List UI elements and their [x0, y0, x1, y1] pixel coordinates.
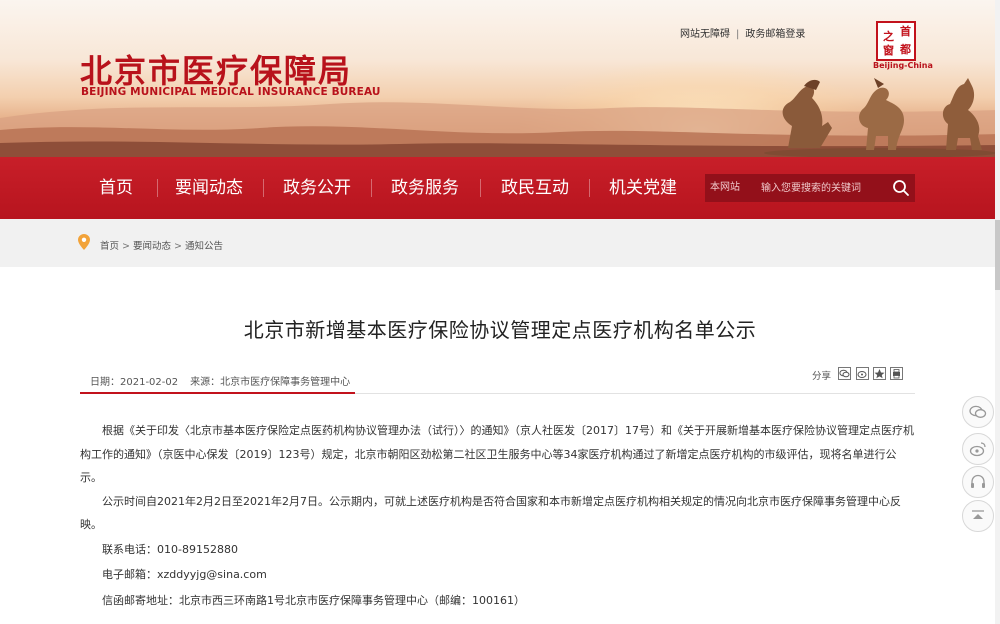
- article-meta: 日期：2021-02-02 来源：北京市医疗保障事务管理中心: [90, 373, 350, 388]
- capital-window-seal-icon[interactable]: 首 都 之 窗: [876, 21, 916, 61]
- share-label: 分享: [812, 371, 832, 382]
- float-wechat-button[interactable]: [962, 396, 994, 428]
- nav-item-party[interactable]: 机关党建: [604, 157, 682, 219]
- location-pin-icon: [78, 234, 90, 250]
- back-to-top-icon: [972, 510, 984, 519]
- article-paragraph: 根据《关于印发〈北京市基本医疗保险定点医药机构协议管理办法（试行）〉的通知》（京…: [80, 424, 914, 484]
- nav-item-interaction[interactable]: 政民互动: [496, 157, 574, 219]
- wechat-icon[interactable]: [838, 367, 851, 380]
- search-icon[interactable]: [892, 179, 910, 197]
- scrollbar-thumb[interactable]: [995, 220, 1000, 290]
- accessibility-link[interactable]: 网站无障碍: [680, 29, 730, 40]
- breadcrumb-news[interactable]: 要闻动态: [133, 241, 171, 252]
- weibo-icon: [969, 442, 986, 457]
- nav-item-gov-info[interactable]: 政务公开: [278, 157, 356, 219]
- article-title: 北京市新增基本医疗保险协议管理定点医疗机构名单公示: [243, 318, 757, 342]
- wechat-icon: [969, 405, 987, 418]
- bronze-sculpture-icon: [764, 78, 996, 157]
- search-box: 本网站: [705, 174, 915, 202]
- breadcrumb: 首页 > 要闻动态 > 通知公告: [100, 241, 223, 252]
- float-service-button[interactable]: [962, 466, 994, 498]
- site-logo-english: BEIJING MUNICIPAL MEDICAL INSURANCE BURE…: [81, 86, 381, 98]
- qzone-icon[interactable]: [873, 367, 886, 380]
- contact-email: 电子邮箱：xzddyyjg@sina.com: [102, 568, 267, 581]
- float-weibo-button[interactable]: [962, 433, 994, 465]
- weibo-icon[interactable]: [856, 367, 869, 380]
- seal-caption: Beijing-China: [873, 61, 933, 70]
- top-links: 网站无障碍 | 政务邮箱登录: [680, 25, 805, 40]
- article-date: 日期：2021-02-02: [90, 377, 179, 388]
- breadcrumb-notices[interactable]: 通知公告: [185, 241, 223, 252]
- search-scope-select[interactable]: 本网站: [710, 174, 740, 202]
- headset-icon: [971, 474, 985, 488]
- top-links-separator: |: [736, 29, 740, 40]
- search-input[interactable]: [761, 178, 887, 198]
- article-paragraph: 公示时间自2021年2月2日至2021年2月7日。公示期内，可就上述医疗机构是否…: [80, 494, 901, 532]
- nav-item-news[interactable]: 要闻动态: [170, 157, 248, 219]
- scrollbar-track[interactable]: [995, 0, 1000, 624]
- email-login-link[interactable]: 政务邮箱登录: [745, 29, 805, 40]
- article-source: 来源：北京市医疗保障事务管理中心: [190, 377, 351, 388]
- nav-item-gov-service[interactable]: 政务服务: [386, 157, 464, 219]
- nav-item-home[interactable]: 首页: [86, 157, 146, 219]
- article-body: 根据《关于印发〈北京市基本医疗保险定点医药机构协议管理办法（试行）〉的通知》（京…: [80, 419, 915, 613]
- breadcrumb-home[interactable]: 首页: [100, 241, 119, 252]
- meta-accent-underline: [80, 392, 355, 394]
- contact-address: 信函邮寄地址：北京市西三环南路1号北京市医疗保障事务管理中心（邮编：100161…: [102, 593, 525, 607]
- back-to-top-button[interactable]: [962, 500, 994, 532]
- header-banner: 北京市医疗保障局 BEIJING MUNICIPAL MEDICAL INSUR…: [0, 0, 1000, 157]
- contact-phone: 联系电话：010-89152880: [102, 542, 238, 556]
- print-icon[interactable]: [890, 367, 903, 380]
